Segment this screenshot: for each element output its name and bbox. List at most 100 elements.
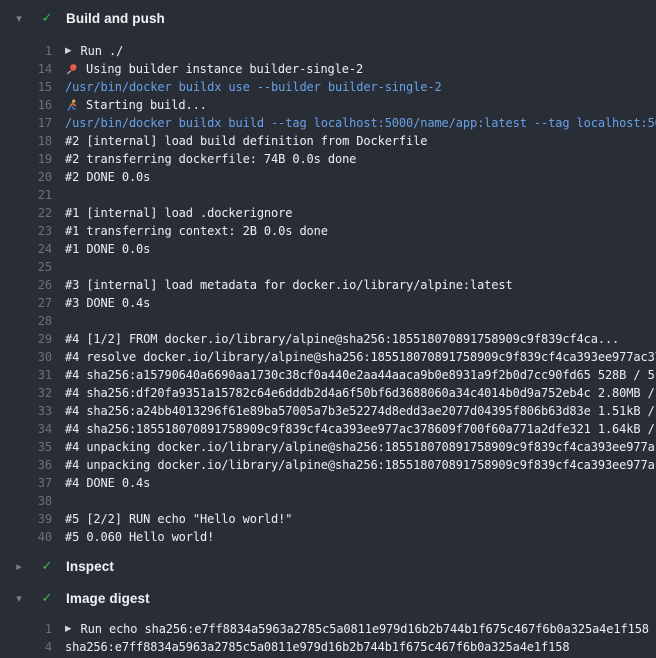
log-text-cell: /usr/bin/docker buildx build --tag local…: [65, 116, 656, 130]
log-text-cell: #1 [internal] load .dockerignore: [65, 206, 656, 220]
log-text: #2 [internal] load build definition from…: [65, 134, 427, 148]
line-number[interactable]: 14: [0, 62, 52, 76]
log-line: 40 #5 0.060 Hello world!: [0, 528, 656, 546]
log-line: 24 #1 DONE 0.0s: [0, 240, 656, 258]
log-line: 21: [0, 186, 656, 204]
log-line: 20 #2 DONE 0.0s: [0, 168, 656, 186]
log-line: 1 ▶ Run ./: [0, 42, 656, 60]
line-number[interactable]: 19: [0, 152, 52, 166]
log-text: #4 sha256:a15790640a6690aa1730c38cf0a440…: [65, 368, 655, 382]
check-success-icon: ✓: [37, 592, 57, 605]
line-number[interactable]: 33: [0, 404, 52, 418]
line-number[interactable]: 22: [0, 206, 52, 220]
log-text: /usr/bin/docker buildx use --builder bui…: [65, 80, 442, 94]
line-number[interactable]: 40: [0, 530, 52, 544]
line-number[interactable]: 28: [0, 314, 52, 328]
line-number[interactable]: 16: [0, 98, 52, 112]
log-line: 25: [0, 258, 656, 276]
log-text: #4 resolve docker.io/library/alpine@sha2…: [65, 350, 656, 364]
log-text: #3 DONE 0.4s: [65, 296, 150, 310]
log-text-cell: #4 sha256:185518070891758909c9f839cf4ca3…: [65, 422, 656, 436]
log-text: #5 0.060 Hello world!: [65, 530, 214, 544]
log-line: 22 #1 [internal] load .dockerignore: [0, 204, 656, 222]
line-number[interactable]: 38: [0, 494, 52, 508]
log-line: 36 #4 unpacking docker.io/library/alpine@…: [0, 456, 656, 474]
line-number[interactable]: 32: [0, 386, 52, 400]
run-toggle-icon[interactable]: ▶: [65, 47, 72, 56]
line-number[interactable]: 25: [0, 260, 52, 274]
line-number[interactable]: 23: [0, 224, 52, 238]
line-number[interactable]: 4: [0, 640, 52, 654]
line-number[interactable]: 1: [0, 44, 52, 58]
line-number[interactable]: 37: [0, 476, 52, 490]
log-line: 39#5 [2/2] RUN echo "Hello world!": [0, 510, 656, 528]
section-header-image-digest[interactable]: ▾ ✓ Image digest: [0, 582, 656, 614]
line-number[interactable]: 24: [0, 242, 52, 256]
log-text-cell: #2 transferring dockerfile: 74B 0.0s don…: [65, 152, 656, 166]
log-line: 30 #4 resolve docker.io/library/alpine@sh…: [0, 348, 656, 366]
log-text-cell: #4 unpacking docker.io/library/alpine@sh…: [65, 458, 656, 472]
line-number[interactable]: 36: [0, 458, 52, 472]
log-text-cell: #4 sha256:a24bb4013296f61e89ba57005a7b3e…: [65, 404, 656, 418]
line-number[interactable]: 15: [0, 80, 52, 94]
log-text: #1 transferring context: 2B 0.0s done: [65, 224, 328, 238]
check-success-icon: ✓: [37, 12, 57, 25]
line-number[interactable]: 21: [0, 188, 52, 202]
log-text-cell: #4 resolve docker.io/library/alpine@sha2…: [65, 350, 656, 364]
section-header-inspect[interactable]: ▸ ✓ Inspect: [0, 550, 656, 582]
log-line: 32#4 sha256:df20fa9351a15782c64e6dddb2d4…: [0, 384, 656, 402]
runner-icon: [65, 99, 79, 112]
line-number[interactable]: 27: [0, 296, 52, 310]
log-text: #4 unpacking docker.io/library/alpine@sh…: [65, 440, 655, 454]
log-text-cell: #1 DONE 0.0s: [65, 242, 656, 256]
section-title: Inspect: [66, 559, 114, 574]
line-number[interactable]: 35: [0, 440, 52, 454]
pushpin-icon: [65, 63, 79, 76]
log-lines-build-and-push: 1 ▶ Run ./ 14 Using builder instance builder…: [0, 36, 656, 550]
log-lines-image-digest: 1▶Run echo sha256:e7ff8834a5963a2785c5a0…: [0, 614, 656, 658]
log-text-cell: #4 unpacking docker.io/library/alpine@sh…: [65, 440, 656, 454]
actions-log-viewer: ▾ ✓ Build and push 1▶Run ./14Using build…: [0, 0, 656, 658]
log-line: 1▶Run echo sha256:e7ff8834a5963a2785c5a0…: [0, 620, 656, 638]
chevron-down-icon[interactable]: ▾: [10, 593, 28, 604]
line-number[interactable]: 20: [0, 170, 52, 184]
line-number[interactable]: 31: [0, 368, 52, 382]
section-build-and-push: ▾ ✓ Build and push 1 ▶ Run ./ 14 Using build…: [0, 0, 656, 550]
log-line: 19 #2 transferring dockerfile: 74B 0.0s d…: [0, 150, 656, 168]
log-text: /usr/bin/docker buildx build --tag local…: [65, 116, 656, 130]
log-line: 18 #2 [internal] load build definition fr…: [0, 132, 656, 150]
line-number[interactable]: 1: [0, 622, 52, 636]
check-success-icon: ✓: [37, 560, 57, 573]
log-text: #4 sha256:185518070891758909c9f839cf4ca3…: [65, 422, 656, 436]
log-text-cell: #2 DONE 0.0s: [65, 170, 656, 184]
chevron-down-icon[interactable]: ▾: [10, 13, 28, 24]
section-title: Image digest: [66, 591, 150, 606]
log-text: #1 [internal] load .dockerignore: [65, 206, 292, 220]
line-number[interactable]: 34: [0, 422, 52, 436]
log-text-cell: Starting build...: [65, 98, 656, 112]
section-header-build-and-push[interactable]: ▾ ✓ Build and push: [0, 0, 656, 36]
log-text: Using builder instance builder-single-2: [86, 62, 363, 76]
line-number[interactable]: 30: [0, 350, 52, 364]
log-text: #4 [1/2] FROM docker.io/library/alpine@s…: [65, 332, 619, 346]
section-image-digest: ▾ ✓ Image digest 1▶Run echo sha256:e7ff8…: [0, 582, 656, 658]
chevron-right-icon[interactable]: ▸: [10, 561, 28, 572]
line-number[interactable]: 17: [0, 116, 52, 130]
log-text-cell: #2 [internal] load build definition from…: [65, 134, 656, 148]
log-text-cell: #3 DONE 0.4s: [65, 296, 656, 310]
log-text-cell: Using builder instance builder-single-2: [65, 62, 656, 76]
log-line: 26#3 [internal] load metadata for docker…: [0, 276, 656, 294]
log-text-cell: /usr/bin/docker buildx use --builder bui…: [65, 80, 656, 94]
log-text: Run ./: [81, 44, 124, 58]
run-toggle-icon[interactable]: ▶: [65, 625, 72, 634]
log-text: sha256:e7ff8834a5963a2785c5a0811e979d16b…: [65, 640, 569, 654]
log-line: 33 #4 sha256:a24bb4013296f61e89ba57005a7b…: [0, 402, 656, 420]
log-line: 14 Using builder instance builder-single-…: [0, 60, 656, 78]
line-number[interactable]: 18: [0, 134, 52, 148]
line-number[interactable]: 29: [0, 332, 52, 346]
log-line: 27 #3 DONE 0.4s: [0, 294, 656, 312]
log-text-cell: sha256:e7ff8834a5963a2785c5a0811e979d16b…: [65, 640, 656, 654]
log-line: 15/usr/bin/docker buildx use --builder b…: [0, 78, 656, 96]
line-number[interactable]: 26: [0, 278, 52, 292]
line-number[interactable]: 39: [0, 512, 52, 526]
